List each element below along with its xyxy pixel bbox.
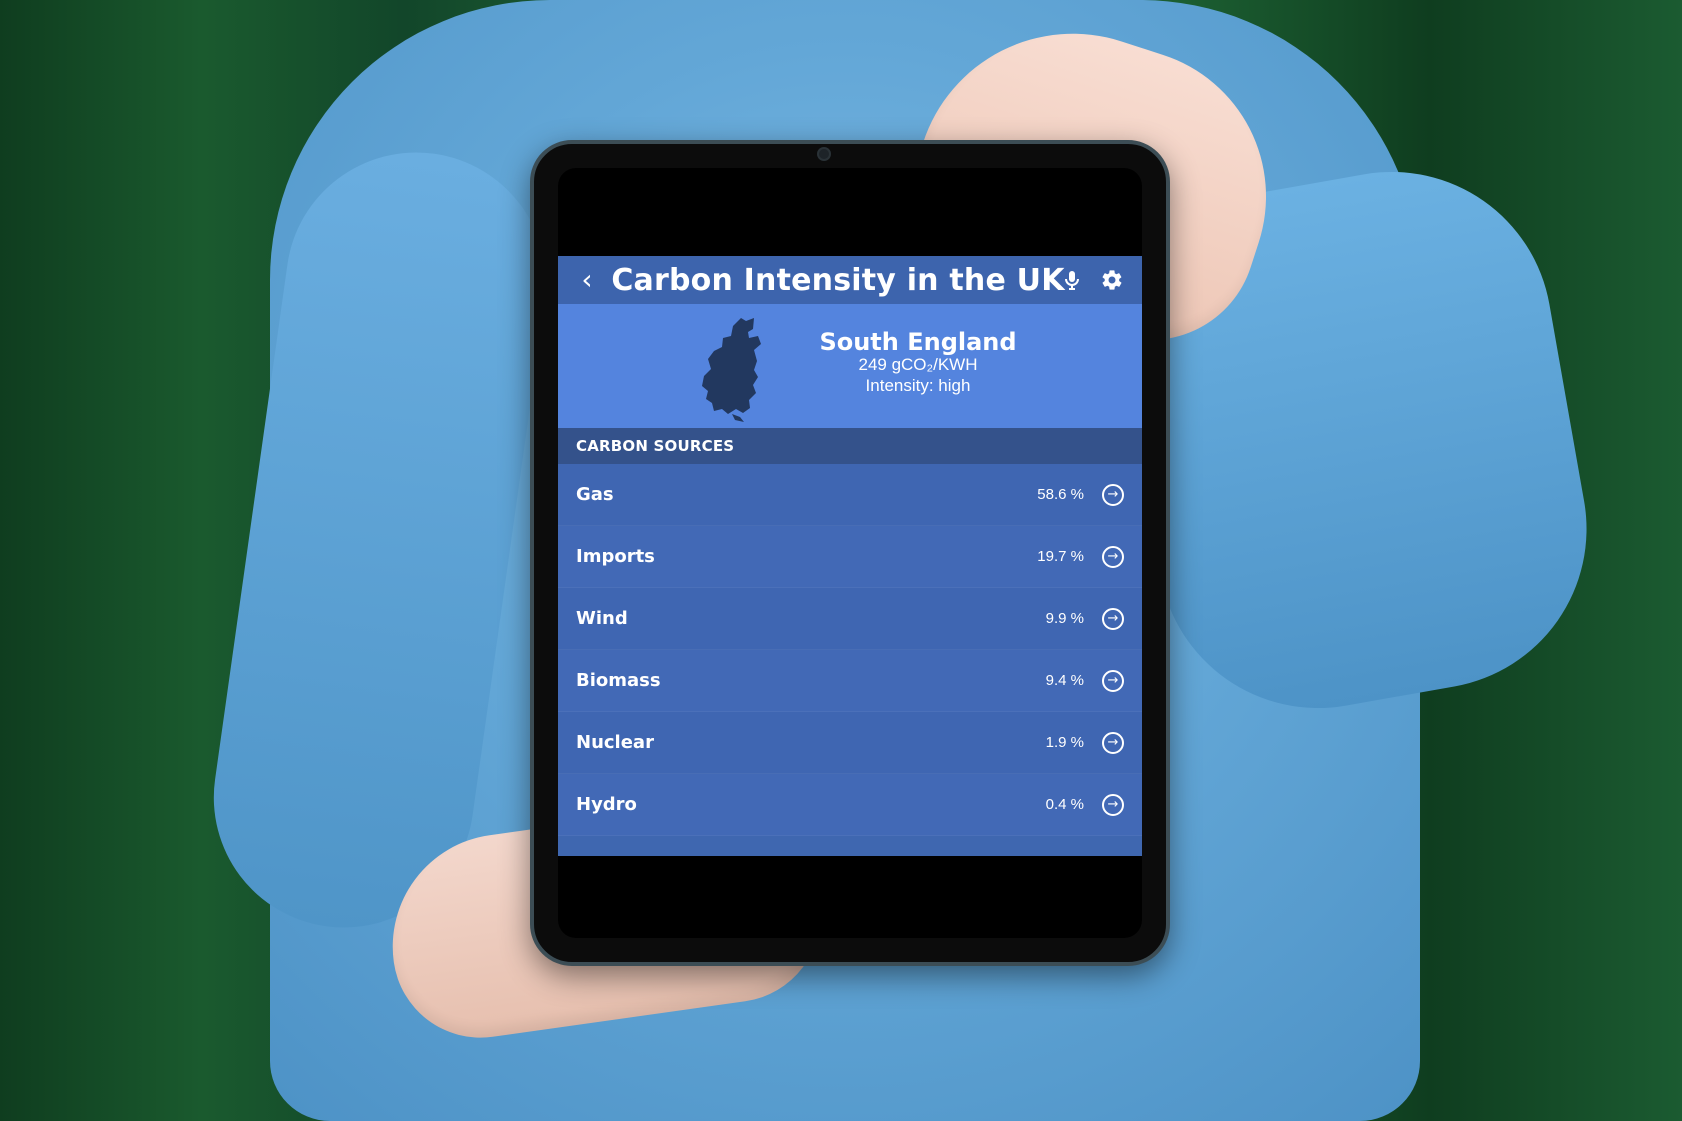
arrow-circle-icon[interactable]: →	[1102, 483, 1124, 506]
source-percent: 19.7 %	[1037, 548, 1084, 565]
page-title: Carbon Intensity in the UK	[611, 262, 1065, 298]
source-row-wind[interactable]: Wind 9.9 % →	[558, 588, 1142, 650]
source-percent: 9.4 %	[1045, 672, 1084, 689]
source-row-biomass[interactable]: Biomass 9.4 % →	[558, 650, 1142, 712]
arrow-circle-icon[interactable]: →	[1102, 607, 1124, 630]
arrow-circle-icon[interactable]: →	[1102, 545, 1124, 568]
mic-icon[interactable]	[1060, 268, 1084, 292]
source-name: Biomass	[576, 669, 661, 691]
source-row-hydro[interactable]: Hydro 0.4 % →	[558, 774, 1142, 836]
carbon-sources-list: Gas 58.6 % → Imports 19.7 % → Wind 9.9 %…	[558, 464, 1142, 836]
tablet-screen: ‹ Carbon Intensity in the UK South Engla…	[558, 168, 1142, 938]
arrow-circle-icon[interactable]: →	[1102, 669, 1124, 692]
top-bar: ‹ Carbon Intensity in the UK	[558, 256, 1142, 304]
arrow-circle-icon[interactable]: →	[1102, 793, 1124, 816]
arrow-circle-icon[interactable]: →	[1102, 731, 1124, 754]
source-row-imports[interactable]: Imports 19.7 % →	[558, 526, 1142, 588]
carbon-sources-header: CARBON SOURCES	[558, 428, 1142, 464]
region-panel: South England 249 gCO₂/KWH Intensity: hi…	[558, 304, 1142, 428]
source-name: Gas	[576, 483, 614, 505]
source-name: Imports	[576, 545, 655, 567]
source-name: Nuclear	[576, 731, 654, 753]
region-name: South England	[819, 328, 1017, 356]
uk-map-icon	[702, 318, 761, 422]
source-percent: 58.6 %	[1037, 486, 1084, 503]
source-row-nuclear[interactable]: Nuclear 1.9 % →	[558, 712, 1142, 774]
carbon-app: ‹ Carbon Intensity in the UK South Engla…	[558, 256, 1142, 856]
source-percent: 9.9 %	[1045, 610, 1084, 627]
source-percent: 0.4 %	[1045, 796, 1084, 813]
source-row-gas[interactable]: Gas 58.6 % →	[558, 464, 1142, 526]
source-name: Wind	[576, 607, 628, 629]
gear-icon[interactable]	[1100, 268, 1124, 292]
chevron-left-icon[interactable]: ‹	[564, 266, 610, 294]
region-intensity-status: Intensity: high	[865, 375, 971, 395]
tablet-camera	[819, 149, 829, 159]
tablet-device: ‹ Carbon Intensity in the UK South Engla…	[530, 140, 1170, 966]
source-name: Hydro	[576, 793, 637, 815]
photo-scene: ‹ Carbon Intensity in the UK South Engla…	[0, 0, 1682, 1121]
region-summary: South England 249 gCO₂/KWH Intensity: hi…	[803, 328, 1033, 396]
region-intensity-value: 249 gCO₂/KWH	[858, 355, 978, 375]
source-percent: 1.9 %	[1045, 734, 1084, 751]
